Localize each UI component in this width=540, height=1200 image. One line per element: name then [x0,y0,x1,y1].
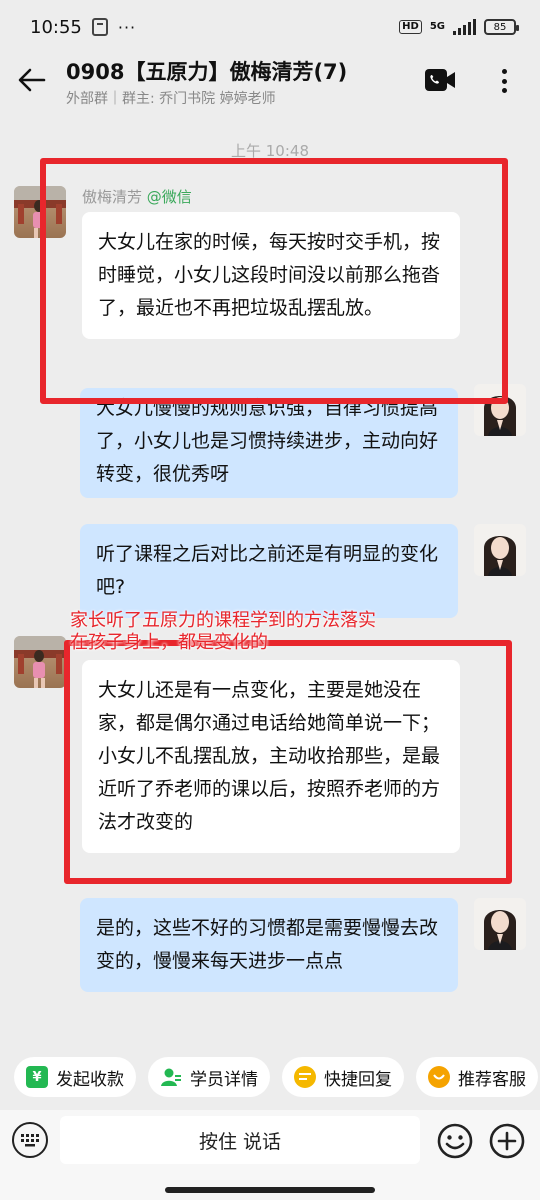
highlight-box [64,640,512,884]
more-dot [501,69,507,74]
service-icon [428,1066,450,1088]
emoji-button[interactable] [436,1122,474,1160]
teacher-avatar[interactable] [474,898,526,950]
quick-actions-bar: ¥ 发起收款 学员详情 快捷回复 推荐客服 [0,1044,540,1110]
chat-header: 0908【五原力】傲梅清芳(7) 外部群｜群主: 乔门书院 婷婷老师 [0,54,540,116]
collect-payment-button[interactable]: ¥ 发起收款 [14,1057,136,1097]
reply-icon [294,1066,316,1088]
sender-avatar[interactable] [14,636,66,688]
notification-app-icon [91,18,108,36]
status-time: 10:55 [30,16,82,38]
more-functions-button[interactable] [488,1122,526,1160]
avatar-photo [484,536,516,576]
signal-icon [453,19,476,35]
group-subtitle: 外部群｜群主: 乔门书院 婷婷老师 [66,91,276,107]
teacher-avatar[interactable] [474,524,526,576]
hd-badge: HD [399,20,422,34]
more-options-button[interactable] [494,66,514,96]
home-indicator [165,1187,375,1193]
more-dot [501,78,507,84]
recommend-service-button[interactable]: 推荐客服 [416,1057,538,1097]
quick-reply-button[interactable]: 快捷回复 [282,1057,404,1097]
chip-label: 推荐客服 [458,1069,526,1090]
smiley-icon [437,1123,473,1159]
battery-level: 85 [493,21,507,33]
message-bubble[interactable]: 听了课程之后对比之前还是有明显的变化吧? [80,524,458,618]
network-type: 5G [429,21,445,32]
battery-icon: 85 [484,19,519,35]
status-bar: 10:55 ··· HD 5G 85 [0,0,540,54]
status-more-icon: ··· [117,17,137,37]
avatar-photo [14,636,66,688]
highlight-box [40,158,508,404]
chip-label: 学员详情 [190,1069,258,1090]
back-button[interactable] [16,64,48,96]
keyboard-icon [21,1134,39,1147]
avatar-photo [484,910,516,950]
keyboard-toggle-button[interactable] [12,1122,48,1158]
page-title: 0908【五原力】傲梅清芳(7) [66,60,348,84]
video-call-icon [425,69,455,91]
annotation-line: 家长听了五原力的课程学到的方法落实 在孩子身上，都是变化的 [70,610,376,653]
message-bubble[interactable]: 大女儿慢慢的规则意识强，自律习惯提高了，小女儿也是习惯持续进步，主动向好转变，很… [80,388,458,498]
student-details-button[interactable]: 学员详情 [148,1057,270,1097]
chip-label: 发起收款 [56,1069,124,1090]
video-call-button[interactable] [424,66,456,94]
user-icon [160,1066,182,1088]
hold-to-talk-button[interactable]: 按住 说话 [60,1116,420,1164]
yen-icon: ¥ [26,1066,48,1088]
chip-label: 快捷回复 [324,1069,392,1090]
annotation-text: 家长听了五原力的课程学到的方法落实 在孩子身上，都是变化的 [70,610,376,654]
more-dot [501,88,507,93]
arrow-left-icon [18,68,46,92]
plus-icon [489,1123,525,1159]
message-bubble[interactable]: 是的，这些不好的习惯都是需要慢慢去改变的，慢慢来每天进步一点点 [80,898,458,992]
